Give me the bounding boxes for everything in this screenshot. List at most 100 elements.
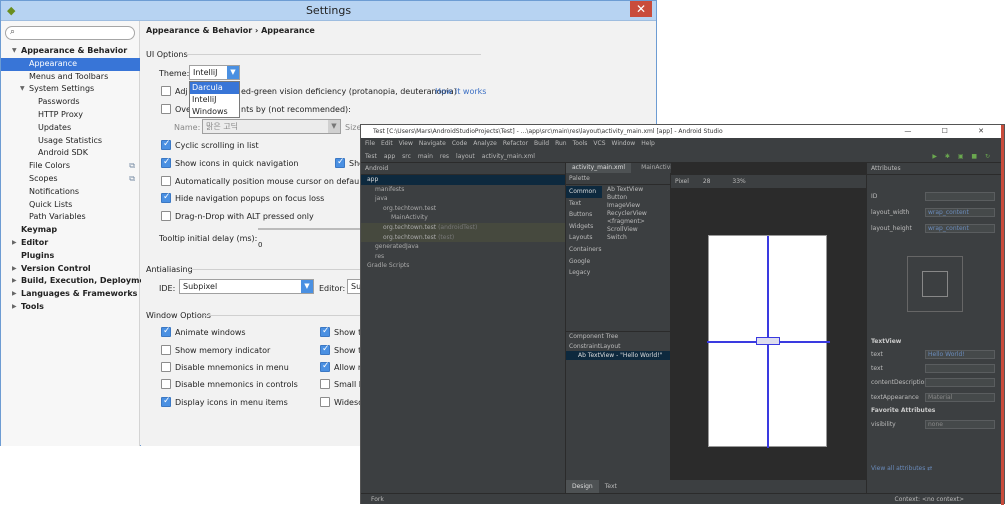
attr-text-appearance-field[interactable]: Material [925, 393, 995, 402]
breadcrumb-item[interactable]: activity_main.xml [482, 153, 535, 160]
menu-tools[interactable]: Tools [573, 140, 588, 147]
adjust-colors-checkbox[interactable] [161, 86, 171, 96]
sidebar-item-appearance[interactable]: Appearance [1, 57, 140, 71]
attr-text-field[interactable]: Hello World! [925, 350, 995, 359]
attr-layout-height-field[interactable]: wrap_content [925, 224, 995, 233]
favorite-attributes-section[interactable]: Favorite Attributes [871, 407, 935, 414]
device-selector[interactable]: Pixel [675, 178, 689, 185]
attr-content-desc-field[interactable] [925, 378, 995, 387]
sidebar-item-system-settings[interactable]: ▼ System Settings [1, 83, 140, 96]
palette-item[interactable]: Button [604, 194, 670, 202]
component-textview[interactable]: Ab TextView - "Hello World!" [566, 351, 670, 360]
display-icons-menu-checkbox[interactable] [161, 396, 171, 407]
how-it-works-link[interactable]: How it works [435, 87, 486, 96]
palette-item[interactable]: ScrollView [604, 226, 670, 234]
show-icons-checkbox[interactable] [161, 157, 171, 168]
disable-mnemonics-controls-checkbox[interactable] [161, 379, 171, 389]
palette-category-legacy[interactable]: Legacy [566, 267, 602, 279]
disable-mnemonics-menu-checkbox[interactable] [161, 362, 171, 372]
sidebar-item-keymap[interactable]: Keymap [1, 224, 140, 237]
sidebar-item-tools[interactable]: ▶ Tools [1, 301, 140, 314]
sidebar-item-version-control[interactable]: ▶ Version Control [1, 263, 140, 276]
sidebar-item-passwords[interactable]: Passwords [1, 96, 140, 109]
palette-item[interactable]: <fragment> [604, 218, 670, 226]
sidebar-item-android-sdk[interactable]: Android SDK [1, 147, 140, 160]
chevron-right-icon[interactable]: ▶ [12, 263, 17, 276]
theme-option-windows[interactable]: Windows [190, 106, 239, 118]
menu-build[interactable]: Build [534, 140, 549, 147]
allow-m-checkbox[interactable] [320, 361, 330, 372]
textview-widget[interactable] [756, 337, 780, 345]
window-controls[interactable]: — ☐ ✕ [904, 125, 998, 138]
component-constraintlayout[interactable]: ConstraintLayout [566, 342, 670, 351]
animate-windows-checkbox[interactable] [161, 326, 171, 337]
small-labels-checkbox[interactable] [320, 379, 330, 389]
sidebar-item-usage-statistics[interactable]: Usage Statistics [1, 135, 140, 148]
tab-text[interactable]: Text [599, 480, 623, 493]
sidebar-item-http-proxy[interactable]: HTTP Proxy [1, 109, 140, 122]
project-tree-item[interactable]: generatedJava [361, 242, 565, 252]
show-option-checkbox[interactable] [335, 157, 345, 168]
sidebar-item-plugins[interactable]: Plugins [1, 250, 140, 263]
attr-text2-field[interactable] [925, 364, 995, 373]
palette-item[interactable]: RecyclerView [604, 210, 670, 218]
palette-category-layouts[interactable]: Layouts [566, 232, 602, 244]
project-tree-item[interactable]: org.techtown.test (androidTest) [361, 222, 565, 233]
palette-category-widgets[interactable]: Widgets [566, 221, 602, 233]
menu-code[interactable]: Code [452, 140, 467, 147]
attr-visibility-field[interactable]: none [925, 420, 995, 429]
palette-item[interactable]: ImageView [604, 202, 670, 210]
sidebar-item-scopes[interactable]: Scopes ⧉ [1, 173, 140, 186]
project-tree-item[interactable]: res [361, 252, 565, 262]
menu-navigate[interactable]: Navigate [419, 140, 446, 147]
theme-option-intellij[interactable]: IntelliJ [190, 94, 239, 106]
sidebar-item-editor[interactable]: ▶ Editor [1, 237, 140, 250]
drag-drop-checkbox[interactable] [161, 211, 171, 221]
menu-run[interactable]: Run [555, 140, 567, 147]
auto-position-checkbox[interactable] [161, 176, 171, 186]
widescreen-checkbox[interactable] [320, 397, 330, 407]
palette-item[interactable]: Ab TextView [604, 186, 670, 194]
sidebar-item-updates[interactable]: Updates [1, 122, 140, 135]
palette-category-google[interactable]: Google [566, 256, 602, 268]
chevron-right-icon[interactable]: ▶ [12, 237, 17, 250]
show-memory-checkbox[interactable] [161, 345, 171, 355]
palette-category-text[interactable]: Text [566, 198, 602, 210]
constraint-widget[interactable] [907, 256, 963, 312]
tooltip-delay-slider[interactable] [258, 228, 368, 230]
textview-section[interactable]: TextView [871, 338, 901, 345]
attr-id-field[interactable] [925, 192, 995, 201]
editor-tab[interactable]: activity_main.xml [566, 163, 632, 173]
project-header[interactable]: Android [361, 163, 565, 175]
tab-design[interactable]: Design [566, 480, 599, 493]
api-selector[interactable]: 28 [703, 178, 711, 185]
menu-edit[interactable]: Edit [381, 140, 393, 147]
sidebar-item-build-execution-deployment[interactable]: ▶ Build, Execution, Deployment [1, 275, 154, 288]
font-name-dropdown[interactable]: 맑은 고딕 ▼ [202, 119, 341, 134]
sidebar-item-notifications[interactable]: Notifications [1, 186, 140, 199]
breadcrumb-item[interactable]: res [440, 153, 449, 160]
project-tree-item[interactable]: java [361, 194, 565, 204]
project-tree-item[interactable]: MainActivity [361, 213, 565, 223]
breadcrumb-item[interactable]: main [418, 153, 433, 160]
palette-item[interactable]: Switch [604, 234, 670, 242]
chevron-right-icon[interactable]: ▶ [12, 301, 17, 314]
project-tree-item[interactable]: app [361, 175, 565, 185]
cyclic-scrolling-checkbox[interactable] [161, 139, 171, 150]
menu-window[interactable]: Window [612, 140, 636, 147]
theme-dropdown[interactable]: IntelliJ ▼ [189, 65, 240, 80]
device-preview[interactable] [707, 235, 830, 448]
menu-vcs[interactable]: VCS [593, 140, 605, 147]
override-fonts-checkbox[interactable] [161, 104, 171, 114]
ide-antialias-dropdown[interactable]: Subpixel ▼ [179, 279, 314, 294]
chevron-right-icon[interactable]: ▶ [12, 288, 17, 301]
sidebar-item-menus-and-toolbars[interactable]: Menus and Toolbars [1, 71, 140, 84]
sidebar-item-file-colors[interactable]: File Colors ⧉ [1, 160, 140, 173]
sidebar-item-appearance-behavior[interactable]: ▼ Appearance & Behavior [1, 45, 140, 58]
run-toolbar-icons[interactable]: ▶ ✱ ▣ ■ ↻ [932, 150, 993, 163]
breadcrumb-item[interactable]: src [402, 153, 411, 160]
attr-layout-width-field[interactable]: wrap_content [925, 208, 995, 217]
menu-view[interactable]: View [399, 140, 413, 147]
sidebar-item-languages-frameworks[interactable]: ▶ Languages & Frameworks [1, 288, 140, 301]
palette-category-buttons[interactable]: Buttons [566, 209, 602, 221]
